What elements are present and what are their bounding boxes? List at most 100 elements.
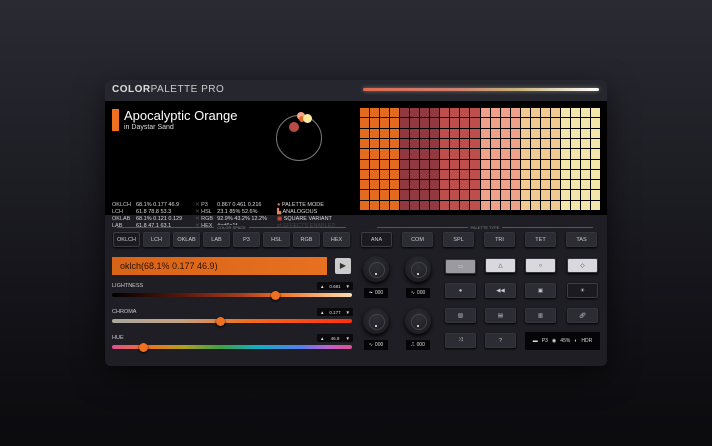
- palette-cell[interactable]: [560, 118, 570, 128]
- palette-cell[interactable]: [430, 190, 440, 200]
- palette-cell[interactable]: [580, 128, 590, 138]
- palette-cell[interactable]: [580, 190, 590, 200]
- palette-cell[interactable]: [520, 108, 530, 118]
- palette-cell[interactable]: [440, 149, 450, 159]
- palette-cell[interactable]: [590, 180, 600, 190]
- slider-thumb[interactable]: [138, 342, 148, 352]
- palette-cell[interactable]: [540, 118, 550, 128]
- palette-cell[interactable]: [450, 159, 460, 169]
- palette-cell[interactable]: [510, 118, 520, 128]
- palette-type-tas[interactable]: TAS: [566, 232, 597, 247]
- palette-cell[interactable]: [400, 108, 410, 118]
- palette-cell[interactable]: [500, 200, 510, 210]
- chroma-slider[interactable]: [112, 316, 352, 326]
- palette-cell[interactable]: [460, 138, 470, 149]
- palette-cell[interactable]: [400, 200, 410, 210]
- color-space-oklch[interactable]: OKLCH: [113, 232, 140, 247]
- palette-cell[interactable]: [460, 118, 470, 128]
- palette-cell[interactable]: [540, 149, 550, 159]
- palette-cell[interactable]: [590, 200, 600, 210]
- palette-cell[interactable]: [550, 138, 560, 149]
- palette-cell[interactable]: [550, 169, 560, 180]
- increment-icon[interactable]: ▲: [320, 336, 324, 341]
- palette-cell[interactable]: [380, 128, 390, 138]
- palette-cell[interactable]: [570, 138, 580, 149]
- palette-cell[interactable]: [570, 169, 580, 180]
- palette-cell[interactable]: [430, 118, 440, 128]
- palette-type-com[interactable]: COM: [402, 232, 433, 247]
- palette-cell[interactable]: [370, 159, 380, 169]
- palette-cell[interactable]: [500, 118, 510, 128]
- palette-cell[interactable]: [390, 149, 400, 159]
- palette-cell[interactable]: [570, 149, 580, 159]
- color-space-lab[interactable]: LAB: [203, 232, 230, 247]
- palette-cell[interactable]: [410, 200, 420, 210]
- palette-cell[interactable]: [400, 159, 410, 169]
- palette-cell[interactable]: [550, 108, 560, 118]
- palette-cell[interactable]: [380, 138, 390, 149]
- palette-cell[interactable]: [550, 180, 560, 190]
- palette-cell[interactable]: [560, 128, 570, 138]
- palette-cell[interactable]: [460, 159, 470, 169]
- palette-cell[interactable]: [460, 169, 470, 180]
- palette-cell[interactable]: [530, 159, 540, 169]
- palette-cell[interactable]: [370, 200, 380, 210]
- palette-cell[interactable]: [530, 108, 540, 118]
- palette-cell[interactable]: [580, 200, 590, 210]
- palette-cell[interactable]: [420, 180, 430, 190]
- palette-cell[interactable]: [460, 190, 470, 200]
- palette-cell[interactable]: [420, 159, 430, 169]
- decrement-icon[interactable]: ▼: [346, 310, 350, 315]
- palette-cell[interactable]: [480, 159, 490, 169]
- palette-cell[interactable]: [470, 159, 480, 169]
- palette-cell[interactable]: [360, 108, 370, 118]
- palette-cell[interactable]: [420, 138, 430, 149]
- palette-cell[interactable]: [550, 159, 560, 169]
- palette-cell[interactable]: [560, 159, 570, 169]
- palette-cell[interactable]: [540, 138, 550, 149]
- palette-cell[interactable]: [420, 128, 430, 138]
- palette-cell[interactable]: [440, 200, 450, 210]
- palette-cell[interactable]: [450, 138, 460, 149]
- palette-cell[interactable]: [560, 149, 570, 159]
- palette-cell[interactable]: [590, 190, 600, 200]
- wheel-point[interactable]: [289, 122, 299, 132]
- palette-cell[interactable]: [560, 138, 570, 149]
- rewind-button[interactable]: ◀◀: [485, 283, 516, 298]
- palette-cell[interactable]: [520, 200, 530, 210]
- palette-cell[interactable]: [560, 180, 570, 190]
- palette-cell[interactable]: [440, 169, 450, 180]
- palette-cell[interactable]: [510, 200, 520, 210]
- palette-cell[interactable]: [360, 128, 370, 138]
- palette-cell[interactable]: [360, 159, 370, 169]
- palette-cell[interactable]: [580, 149, 590, 159]
- palette-cell[interactable]: [480, 108, 490, 118]
- lightness-slider[interactable]: [112, 290, 352, 300]
- palette-cell[interactable]: [510, 190, 520, 200]
- color-space-oklab[interactable]: OKLAB: [173, 232, 200, 247]
- palette-cell[interactable]: [470, 190, 480, 200]
- palette-cell[interactable]: [450, 190, 460, 200]
- palette-cell[interactable]: [360, 118, 370, 128]
- palette-cell[interactable]: [510, 180, 520, 190]
- palette-cell[interactable]: [490, 138, 500, 149]
- palette-cell[interactable]: [490, 200, 500, 210]
- palette-cell[interactable]: [460, 149, 470, 159]
- palette-cell[interactable]: [360, 180, 370, 190]
- palette-cell[interactable]: [570, 180, 580, 190]
- palette-cell[interactable]: [580, 108, 590, 118]
- palette-cell[interactable]: [490, 149, 500, 159]
- palette-cell[interactable]: [490, 118, 500, 128]
- palette-cell[interactable]: [590, 118, 600, 128]
- palette-cell[interactable]: [390, 180, 400, 190]
- link-button[interactable]: 🔗︎: [567, 308, 598, 323]
- slider-thumb[interactable]: [215, 316, 225, 326]
- palette-cell[interactable]: [420, 190, 430, 200]
- palette-cell[interactable]: [470, 138, 480, 149]
- palette-cell[interactable]: [510, 149, 520, 159]
- palette-cell[interactable]: [410, 159, 420, 169]
- palette-cell[interactable]: [520, 169, 530, 180]
- palette-cell[interactable]: [360, 190, 370, 200]
- palette-cell[interactable]: [380, 159, 390, 169]
- palette-cell[interactable]: [400, 149, 410, 159]
